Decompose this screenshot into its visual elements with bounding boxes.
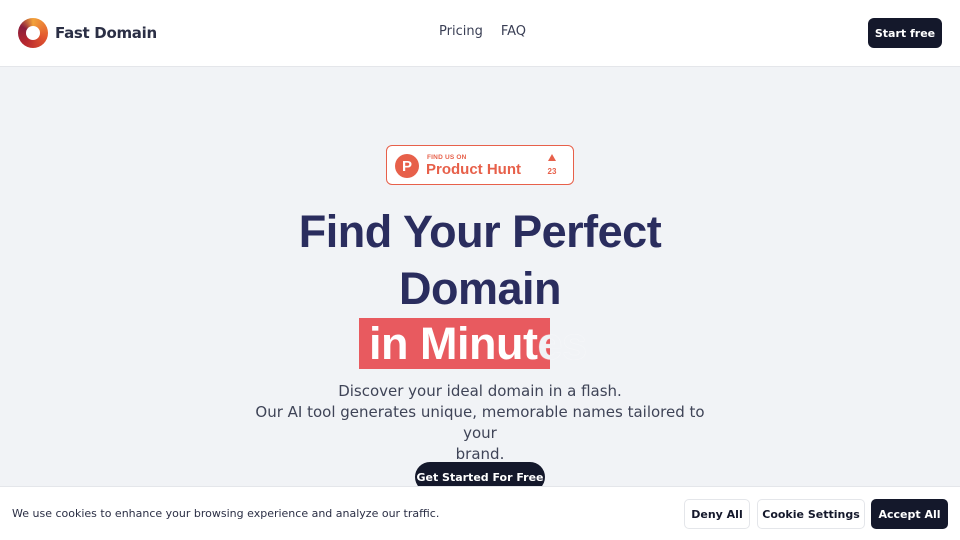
brand-logo-icon (18, 18, 48, 48)
hero-description: Discover your ideal domain in a flash. O… (240, 381, 720, 465)
hero-title-line-2: Domain (398, 263, 562, 314)
brand-logo-link[interactable]: Fast Domain (18, 18, 157, 48)
cookie-message: We use cookies to enhance your browsing … (12, 507, 440, 520)
accept-all-button[interactable]: Accept All (871, 499, 948, 529)
product-hunt-name: Product Hunt (426, 161, 521, 178)
description-line-1: Discover your ideal domain in a flash. (338, 382, 622, 400)
site-header: Fast Domain Pricing FAQ Start free (0, 0, 960, 67)
cookie-settings-button[interactable]: Cookie Settings (757, 499, 865, 529)
upvote-count: 23 (547, 167, 557, 176)
highlight-text-main: in Minut (369, 318, 538, 369)
product-hunt-tagline: FIND US ON (427, 154, 467, 161)
hero-highlight: in Minutes (359, 318, 609, 369)
product-hunt-logo-icon: P (395, 154, 419, 178)
brand-name: Fast Domain (55, 24, 157, 42)
deny-all-button[interactable]: Deny All (684, 499, 750, 529)
highlight-text-fading: es (537, 318, 587, 369)
description-line-2: Our AI tool generates unique, memorable … (255, 403, 705, 442)
product-hunt-badge[interactable]: P FIND US ON Product Hunt 23 (386, 145, 574, 185)
main-nav: Pricing FAQ (439, 24, 526, 39)
upvote-arrow-icon (548, 154, 556, 161)
nav-link-faq[interactable]: FAQ (501, 24, 526, 39)
hero-title-line-1: Find Your Perfect (298, 206, 662, 257)
cookie-banner: We use cookies to enhance your browsing … (0, 486, 960, 540)
highlight-text: in Minutes (369, 318, 587, 369)
nav-link-pricing[interactable]: Pricing (439, 24, 483, 39)
hero-title: Find Your Perfect Domain (180, 203, 780, 317)
start-free-button[interactable]: Start free (868, 18, 942, 48)
